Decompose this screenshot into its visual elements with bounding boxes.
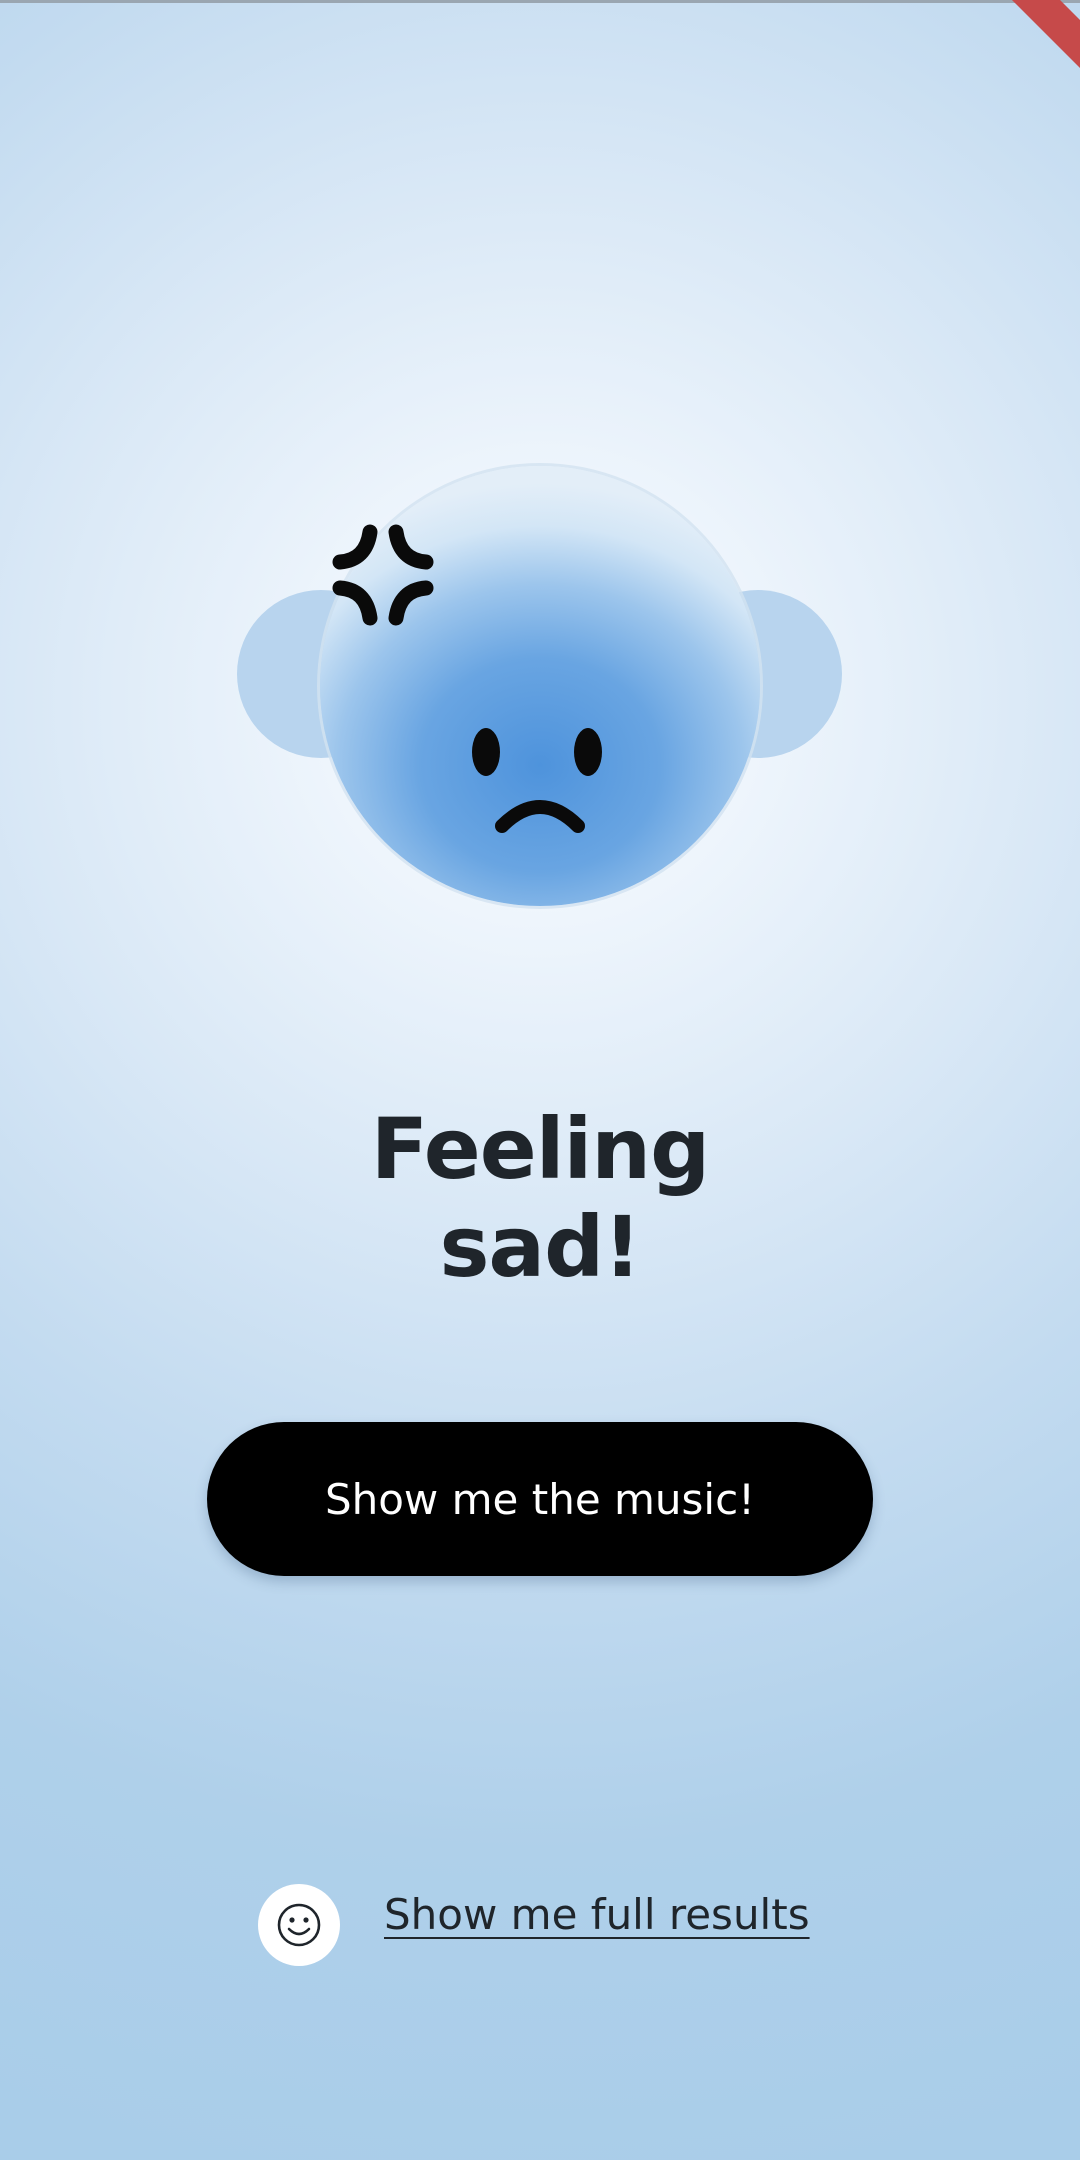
left-eye — [472, 728, 500, 776]
mood-result-screen: Feeling sad! Show me the music! Show me … — [0, 0, 1080, 2160]
right-eye — [574, 728, 602, 776]
sad-mouth-icon — [495, 800, 585, 833]
smiley-button[interactable] — [258, 1884, 340, 1966]
headline-line-1: Feeling — [370, 1100, 710, 1198]
status-divider — [0, 0, 1080, 3]
anger-symbol-icon — [332, 524, 434, 626]
smiley-icon — [277, 1903, 321, 1947]
show-full-results-link[interactable]: Show me full results — [384, 1890, 810, 1939]
show-music-button[interactable]: Show me the music! — [207, 1422, 873, 1576]
mood-headline: Feeling sad! — [0, 1100, 1080, 1296]
debug-banner — [979, 0, 1080, 75]
headline-line-2: sad! — [439, 1198, 641, 1296]
